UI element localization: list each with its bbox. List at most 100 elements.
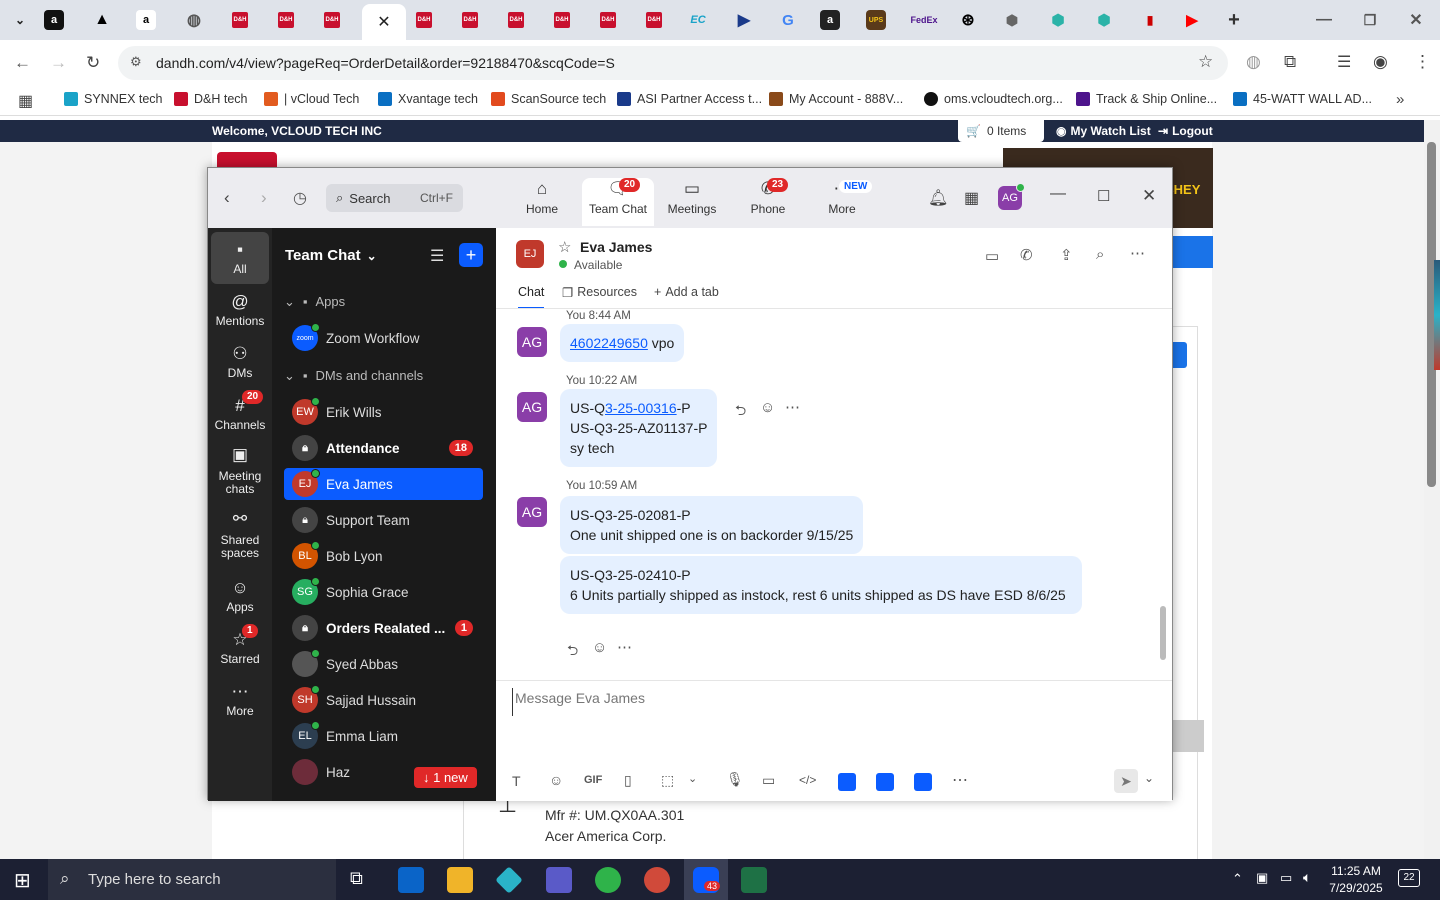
reply-icon[interactable]: ⮌ bbox=[735, 400, 746, 424]
emoji-react-icon[interactable]: ☺ bbox=[760, 399, 775, 416]
rail-all[interactable]: ▪ All bbox=[211, 232, 269, 284]
calendar-icon[interactable]: ▦ bbox=[964, 188, 979, 208]
bookmark-item[interactable]: My Account - 888V... bbox=[769, 92, 903, 106]
watch-list-link[interactable]: ◉ My Watch List bbox=[1056, 124, 1151, 138]
media-control-icon[interactable]: ☰ bbox=[1337, 52, 1351, 72]
profile-icon[interactable]: ◉ bbox=[1373, 52, 1388, 72]
more-options-icon[interactable]: ⋯ bbox=[785, 398, 800, 416]
security-icon[interactable]: ▣ bbox=[1256, 870, 1268, 886]
reply-icon[interactable]: ⮌ bbox=[567, 640, 578, 664]
section-dms[interactable]: ⌄ ▪ DMs and channels bbox=[284, 368, 423, 384]
chevron-up-icon[interactable]: ⌃ bbox=[1232, 871, 1243, 887]
message-input[interactable]: Message Eva James bbox=[512, 688, 1152, 716]
tab-search-icon[interactable]: ⌄ bbox=[8, 8, 32, 32]
tab-favicon[interactable]: D&H bbox=[228, 8, 252, 32]
message-bubble[interactable]: US-Q3-25-00316-P US-Q3-25-AZ01137-P sy t… bbox=[560, 389, 718, 467]
bookmark-item[interactable]: ScanSource tech bbox=[491, 92, 606, 106]
restore-icon[interactable]: ❐ bbox=[1358, 8, 1382, 32]
add-tab-button[interactable]: + Add a tab bbox=[654, 285, 719, 299]
taskbar-search-field[interactable]: ⌕ Type here to search bbox=[48, 859, 336, 900]
bookmark-item[interactable]: ASI Partner Access t... bbox=[617, 92, 762, 106]
phone-icon[interactable]: ✆ bbox=[1020, 246, 1033, 264]
more-options-icon[interactable]: ⋯ bbox=[952, 770, 968, 790]
search-field[interactable]: ⌕ Search Ctrl+F bbox=[326, 184, 463, 212]
bookmark-item[interactable]: Xvantage tech bbox=[378, 92, 478, 106]
send-icon[interactable]: ➤ bbox=[1114, 769, 1138, 793]
tab-team-chat[interactable]: 🗨 Team Chat 20 bbox=[582, 178, 654, 226]
app-icon[interactable] bbox=[876, 773, 894, 791]
reload-icon[interactable]: ↻ bbox=[86, 53, 100, 73]
tab-favicon[interactable]: D&H bbox=[320, 8, 344, 32]
forward-icon[interactable]: → bbox=[50, 53, 67, 73]
more-options-icon[interactable]: ⋯ bbox=[1130, 244, 1145, 262]
tab-favicon[interactable]: D&H bbox=[458, 8, 482, 32]
tab-favicon[interactable]: a bbox=[820, 10, 840, 30]
close-icon[interactable]: ✕ bbox=[1404, 8, 1428, 32]
new-messages-pill[interactable]: ↓ 1 new bbox=[414, 767, 477, 788]
zoom-taskbar-button[interactable]: 43 bbox=[684, 859, 728, 900]
outlook-icon[interactable] bbox=[398, 867, 424, 893]
star-icon[interactable]: ☆ bbox=[558, 238, 571, 256]
format-text-icon[interactable]: T bbox=[512, 773, 521, 789]
close-icon[interactable]: ✕ bbox=[1142, 186, 1156, 206]
rail-more[interactable]: ⋯ More bbox=[208, 682, 272, 718]
tab-favicon[interactable]: D&H bbox=[412, 8, 436, 32]
file-icon[interactable]: ▯ bbox=[624, 772, 632, 789]
chat-scrollbar[interactable] bbox=[1160, 606, 1166, 660]
bookmark-item[interactable]: oms.vcloudtech.org... bbox=[924, 92, 1063, 106]
contact-name[interactable]: Eva James bbox=[580, 239, 652, 255]
panel-title[interactable]: Team Chat ⌄ bbox=[285, 247, 377, 264]
channel-item[interactable]: SG Sophia Grace bbox=[284, 576, 483, 608]
rail-starred[interactable]: ☆ Starred 1 bbox=[208, 624, 272, 666]
tab-favicon[interactable]: ◍ bbox=[182, 8, 206, 32]
contact-avatar[interactable]: EJ bbox=[516, 240, 544, 268]
tab-favicon[interactable]: a bbox=[136, 10, 156, 30]
tab-favicon[interactable]: G bbox=[776, 8, 800, 32]
tab-favicon[interactable]: ⬢ bbox=[1092, 8, 1116, 32]
message-bubble[interactable]: US-Q3-25-02410-P 6 Units partially shipp… bbox=[560, 556, 1082, 614]
rail-shared-spaces[interactable]: ⚯ Shared spaces bbox=[208, 510, 272, 560]
rail-dms[interactable]: ⚇ DMs bbox=[208, 344, 272, 380]
translate-icon[interactable]: ◍ bbox=[1246, 52, 1261, 72]
tab-favicon[interactable]: a bbox=[44, 10, 64, 30]
new-tab-button[interactable]: + bbox=[1222, 8, 1246, 32]
app-icon[interactable] bbox=[495, 866, 523, 894]
channel-item[interactable]: BL Bob Lyon bbox=[284, 540, 483, 572]
bookmark-item[interactable]: D&H tech bbox=[174, 92, 248, 106]
channel-item[interactable]: SH Sajjad Hussain bbox=[284, 684, 483, 716]
channel-item[interactable]: 🔒︎ Attendance 18 bbox=[284, 432, 483, 464]
channel-item[interactable]: 🔒︎ Support Team bbox=[284, 504, 483, 536]
share-screen-icon[interactable]: ⇪ bbox=[1060, 246, 1073, 264]
tab-favicon[interactable]: ⊛ bbox=[956, 8, 980, 32]
tab-chat[interactable]: Chat bbox=[518, 285, 545, 309]
chevron-down-icon[interactable]: ⌄ bbox=[1144, 771, 1154, 785]
search-icon[interactable]: ⌕ bbox=[1096, 246, 1104, 263]
gif-button[interactable]: GIF bbox=[584, 774, 602, 786]
channel-item[interactable]: 🔒︎ Orders Realated ... 1 bbox=[284, 612, 483, 644]
tab-favicon[interactable]: D&H bbox=[642, 8, 666, 32]
app-icon[interactable] bbox=[838, 773, 856, 791]
maximize-icon[interactable]: ☐ bbox=[1097, 187, 1110, 205]
video-message-icon[interactable]: ▭ bbox=[762, 772, 775, 789]
channel-item[interactable]: EW Erik Wills bbox=[284, 396, 483, 428]
tab-favicon[interactable]: UPS bbox=[866, 10, 886, 30]
channel-item[interactable]: Syed Abbas bbox=[284, 648, 483, 680]
site-info-icon[interactable]: ⚙ bbox=[130, 54, 142, 70]
notifications-icon[interactable]: 22 bbox=[1398, 869, 1420, 887]
active-tab-close-icon[interactable]: ✕ bbox=[362, 4, 406, 40]
tab-favicon[interactable]: ⬢ bbox=[1000, 8, 1024, 32]
new-chat-button[interactable]: + bbox=[459, 243, 483, 267]
url-field[interactable]: ⚙ dandh.com/v4/view?pageReq=OrderDetail&… bbox=[118, 46, 1228, 80]
rail-meeting-chats[interactable]: ▣ Meeting chats bbox=[208, 446, 272, 496]
tab-favicon[interactable]: ▮ bbox=[1138, 8, 1162, 32]
windows-start-icon[interactable]: ⊞ bbox=[14, 868, 31, 893]
tab-favicon[interactable]: ⬢ bbox=[1046, 8, 1070, 32]
tab-meetings[interactable]: ▭ Meetings bbox=[657, 178, 727, 226]
section-apps[interactable]: ⌄ ▪ Apps bbox=[284, 294, 345, 310]
chrome-icon[interactable] bbox=[644, 867, 670, 893]
bookmark-item[interactable]: | vCloud Tech bbox=[264, 92, 359, 106]
tab-phone[interactable]: ✆Phone 23 bbox=[733, 178, 803, 226]
cart-button[interactable]: 🛒 0 Items bbox=[958, 120, 1044, 142]
menu-icon[interactable]: ⋮ bbox=[1414, 52, 1431, 72]
tab-favicon[interactable]: ▶ bbox=[1180, 8, 1204, 32]
